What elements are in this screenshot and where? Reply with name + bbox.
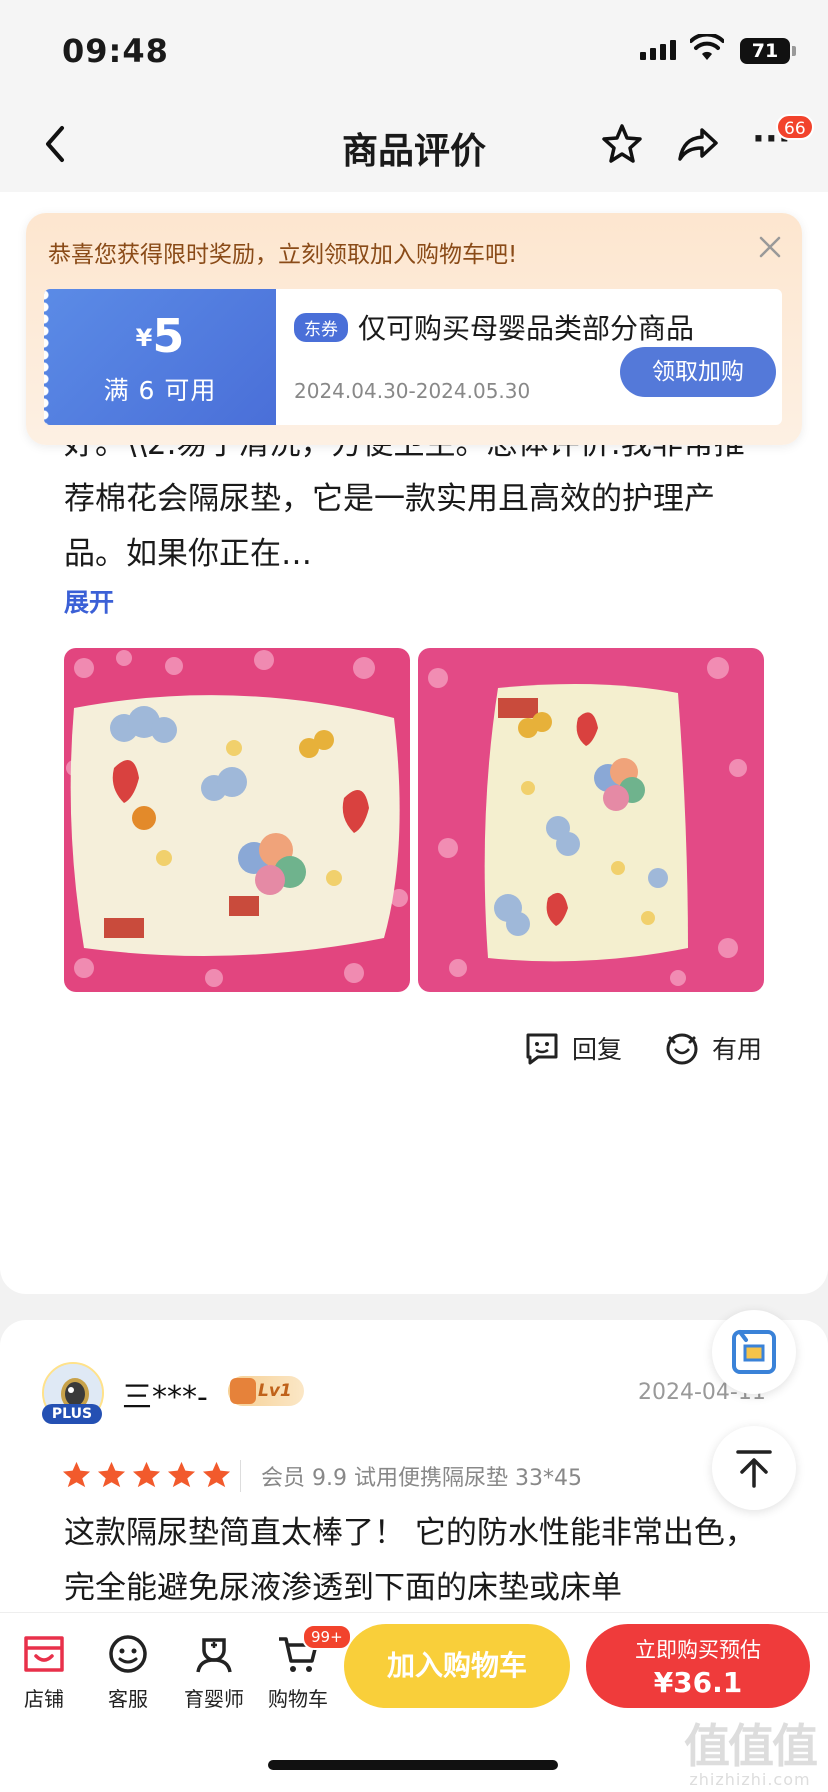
estimated-price: ¥36.1	[653, 1666, 743, 1699]
level-shield-icon	[230, 1378, 256, 1404]
battery-indicator: 71	[740, 38, 796, 64]
star-icon	[97, 1461, 126, 1488]
claim-coupon-button[interactable]: 领取加购	[620, 347, 776, 397]
home-indicator	[268, 1760, 558, 1770]
coupon-value-panel: ¥5 满 6 可用	[44, 289, 276, 425]
status-bar: 09:48 71	[0, 0, 828, 100]
close-icon[interactable]	[756, 233, 784, 261]
tab-label: 客服	[108, 1687, 148, 1711]
cart-count-badge: 99+	[302, 1624, 352, 1650]
review-text: 这款隔尿垫简直太棒了！ 它的防水性能非常出色，完全能避免尿液渗透到下面的床垫或床…	[64, 1515, 756, 1606]
shop-icon	[24, 1636, 64, 1672]
status-time: 09:48	[62, 32, 169, 70]
tab-customer-service[interactable]: 客服	[88, 1631, 168, 1712]
coupon-amount: ¥5	[135, 309, 185, 363]
plus-badge: PLUS	[42, 1404, 102, 1424]
reply-button[interactable]: 回复	[524, 1030, 622, 1066]
product-spec: 会员 9.9 试用便携隔尿垫 33*45	[240, 1460, 582, 1492]
coupon-popup: 恭喜您获得限时奖励，立刻领取加入购物车吧! ¥5 满 6 可用 东券 仅可购买母…	[26, 213, 802, 445]
coupon-description: 仅可购买母婴品类部分商品	[358, 312, 695, 345]
tab-label: 育婴师	[184, 1687, 244, 1711]
useful-label: 有用	[712, 1035, 763, 1064]
tab-label: 店铺	[24, 1687, 64, 1711]
nav-bar: 商品评价 ··· 66	[0, 100, 828, 192]
coupon-condition: 满 6 可用	[103, 376, 217, 405]
useful-face-icon	[666, 1033, 698, 1065]
tab-label: 购物车	[268, 1687, 328, 1711]
back-to-top-button[interactable]	[712, 1426, 796, 1510]
tab-shop[interactable]: 店铺	[4, 1631, 84, 1712]
expand-link[interactable]: 展开	[64, 583, 114, 619]
star-icon	[167, 1461, 196, 1488]
cellular-signal-icon	[640, 40, 676, 60]
tab-nurse[interactable]: 育婴师	[174, 1631, 254, 1712]
star-icon	[62, 1461, 91, 1488]
add-to-cart-button[interactable]: 加入购物车	[344, 1624, 570, 1708]
coupon-tag: 东券	[294, 313, 348, 342]
coupon-body: ¥5 满 6 可用 东券 仅可购买母婴品类部分商品 2024.04.30-202…	[44, 289, 782, 425]
buy-now-label: 立即购买预估	[635, 1638, 761, 1662]
coupon-validity: 2024.04.30-2024.05.30	[294, 379, 531, 403]
service-icon	[109, 1635, 147, 1673]
ask-question-icon	[732, 1330, 776, 1374]
watermark-logo: 值值值 zhizhizhi.com	[684, 1719, 818, 1789]
useful-button[interactable]: 有用	[664, 1030, 762, 1066]
review-photo[interactable]	[418, 648, 764, 992]
ask-question-button[interactable]	[712, 1310, 796, 1394]
favorite-star-icon[interactable]	[600, 122, 644, 166]
reply-label: 回复	[572, 1035, 623, 1064]
nurse-icon	[196, 1638, 232, 1673]
arrow-up-icon	[736, 1450, 772, 1488]
message-count-badge: 66	[776, 114, 814, 140]
reviewer-name: 三***-	[122, 1380, 208, 1415]
review-photo[interactable]	[64, 648, 410, 992]
coupon-message: 恭喜您获得限时奖励，立刻领取加入购物车吧!	[48, 242, 518, 268]
member-level-badge: Lv1	[228, 1376, 304, 1406]
buy-now-button[interactable]: 立即购买预估 ¥36.1	[586, 1624, 810, 1708]
star-icon	[202, 1461, 231, 1488]
star-icon	[132, 1461, 161, 1488]
rating-stars	[62, 1460, 231, 1489]
wifi-icon	[690, 34, 724, 60]
reply-comment-icon	[526, 1033, 558, 1065]
share-icon[interactable]	[676, 124, 720, 164]
